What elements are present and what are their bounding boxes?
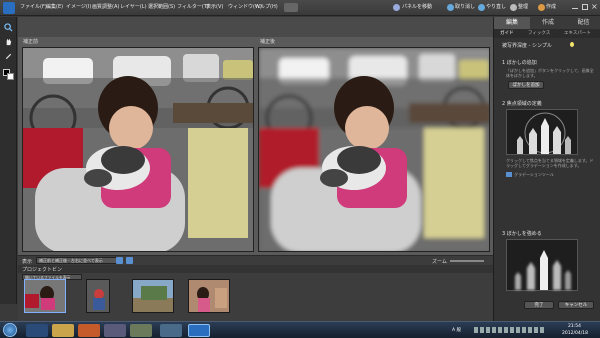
app-window: ファイル(F) 編集(E) イメージ(I) 画質調整(A) レイヤー(L) 選択…: [0, 0, 600, 338]
menu-layer[interactable]: レイヤー(L): [120, 3, 147, 10]
view-label: 表示: [22, 259, 33, 265]
link-view-icon[interactable]: [126, 257, 133, 264]
bin-thumbnail-2[interactable]: [86, 279, 110, 313]
zoom-label: ズーム: [432, 259, 447, 265]
step1-title: 1 ぼかしの追加: [502, 60, 537, 66]
taskbar-photoshop-icon[interactable]: [188, 324, 210, 337]
minimize-button[interactable]: [572, 8, 578, 9]
taskbar-media-icon[interactable]: [78, 324, 100, 337]
view-mode-dropdown[interactable]: 補正前と補正後 - 左右に並べて表示: [36, 257, 120, 264]
project-bin-header: プロジェクトビン: [18, 265, 493, 273]
menu-select[interactable]: 選択範囲(S): [148, 3, 175, 10]
menu-image[interactable]: イメージ(I): [66, 3, 91, 10]
view-bar: 表示 補正前と補正後 - 左右に並べて表示 ズーム: [18, 255, 493, 265]
after-label: 補正後: [260, 39, 276, 45]
workspace-dropdown[interactable]: [284, 3, 298, 12]
start-button[interactable]: [3, 323, 17, 337]
subtab-guide[interactable]: ガイド: [500, 30, 514, 36]
clock-date[interactable]: 2012/04/18: [562, 331, 588, 336]
undo-button[interactable]: 取り消し: [455, 3, 475, 10]
before-label: 補正前: [23, 39, 39, 45]
cancel-button[interactable]: キャンセル: [558, 301, 594, 309]
menu-help[interactable]: ヘルプ(H): [255, 3, 278, 10]
focus-illustration: [506, 109, 578, 155]
step3-title: 3 ぼかしを強める: [502, 231, 542, 237]
close-button[interactable]: ×: [591, 2, 598, 11]
language-indicator[interactable]: A 般: [452, 327, 461, 333]
project-bin-label: プロジェクトビン: [22, 267, 63, 273]
workspace: 補正前 補正後 表示 補正前と補正後 - 左右に並べて表示 ズーム プロジェクト…: [18, 17, 493, 323]
before-image[interactable]: [22, 47, 254, 252]
done-button[interactable]: 完了: [524, 301, 554, 309]
maximize-button[interactable]: [582, 4, 588, 10]
bin-thumbnail-3[interactable]: [132, 279, 174, 313]
add-blur-button[interactable]: ぼかしを追加: [508, 81, 544, 89]
gradient-tool-link[interactable]: グラデーションツール: [514, 172, 554, 177]
blur-illustration: [506, 239, 578, 291]
hand-tool-icon[interactable]: [4, 37, 13, 46]
step1-description: 「ぼかしを追加」ボタンをクリックして、画像全体をぼかします。: [506, 68, 594, 78]
redo-button[interactable]: やり直し: [486, 3, 506, 10]
taskbar-app-icon[interactable]: [104, 324, 126, 337]
taskbar-ie-icon[interactable]: [26, 324, 48, 337]
menu-file[interactable]: ファイル(F): [20, 3, 47, 10]
menu-bar: ファイル(F) 編集(E) イメージ(I) 画質調整(A) レイヤー(L) 選択…: [0, 0, 600, 16]
background-color-swatch[interactable]: [7, 73, 14, 80]
menu-view[interactable]: 表示(V): [206, 3, 223, 10]
menu-edit[interactable]: 編集(E): [46, 3, 63, 10]
clock-time[interactable]: 21:54: [568, 324, 581, 329]
create-top-button[interactable]: 作成: [546, 3, 556, 10]
step2-title: 2 焦点領域の定義: [502, 101, 542, 107]
swap-view-icon[interactable]: [116, 257, 123, 264]
step2-description: クリックして焦点を当てる領域を定義します。ドラッグしてグラデーションを作成します…: [506, 158, 594, 168]
menu-filter[interactable]: フィルター(T): [177, 3, 209, 10]
quick-select-icon[interactable]: [4, 51, 13, 60]
redo-icon: [478, 4, 485, 11]
panel-icon: [393, 4, 400, 11]
menu-adjust[interactable]: 画質調整(A): [92, 3, 119, 10]
app-logo-icon: [3, 2, 15, 14]
subtab-quick[interactable]: フィックス: [528, 30, 550, 36]
taskbar-app2-icon[interactable]: [130, 324, 152, 337]
bin-thumbnail-1[interactable]: [24, 279, 66, 313]
bin-thumbnail-4[interactable]: [188, 279, 230, 313]
edit-panel: 編集 作成 配信 ガイド フィックス エキスパート 被写界深度 - シンプル 1…: [493, 17, 600, 321]
tray-icons[interactable]: [474, 327, 544, 333]
after-image[interactable]: [258, 47, 490, 252]
organizer-icon: [510, 4, 517, 11]
tool-bar: [0, 17, 17, 304]
comparison-canvas: 補正前 補正後: [18, 37, 493, 255]
organizer-button[interactable]: 整理: [518, 3, 528, 10]
tab-edit[interactable]: 編集: [494, 17, 530, 29]
windows-taskbar: A 般 21:54 2012/04/18: [0, 321, 600, 338]
panel-title: 被写界深度 - シンプル: [502, 43, 552, 49]
gradient-tool-icon[interactable]: [506, 172, 512, 177]
subtab-expert[interactable]: エキスパート: [564, 30, 591, 36]
taskbar-app3-icon[interactable]: [160, 324, 182, 337]
panel-button[interactable]: パネルを移動: [402, 3, 432, 10]
taskbar-explorer-icon[interactable]: [52, 324, 74, 337]
tab-create[interactable]: 作成: [530, 17, 566, 29]
tab-share[interactable]: 配信: [566, 17, 600, 29]
create-icon: [538, 4, 545, 11]
zoom-tool-icon[interactable]: [4, 23, 13, 32]
undo-icon: [447, 4, 454, 11]
lightbulb-icon: [570, 42, 574, 47]
zoom-slider[interactable]: [450, 260, 484, 262]
